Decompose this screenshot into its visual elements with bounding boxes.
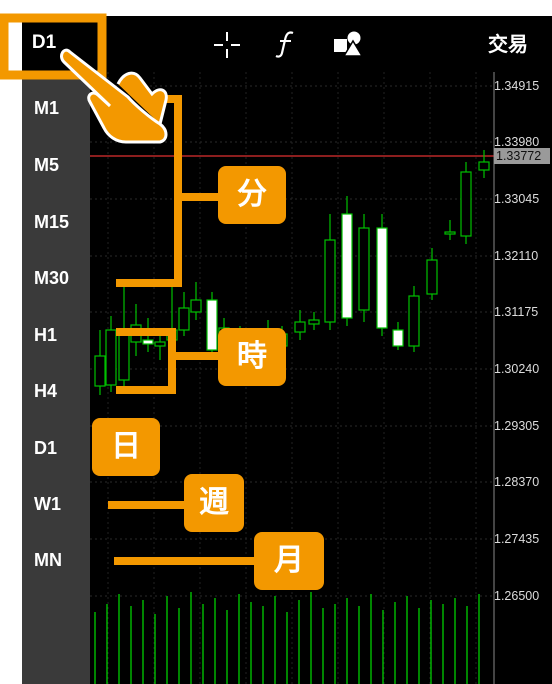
price-tick: 1.33045 (494, 192, 540, 206)
candle-body (130, 324, 142, 343)
candle-body (105, 329, 117, 386)
price-tick: 1.31175 (494, 305, 539, 319)
candle-body (376, 227, 388, 329)
candle-body (392, 329, 404, 347)
price-tick: 1.28370 (494, 475, 540, 489)
candle-body (341, 213, 353, 319)
month-callout: 月 (254, 532, 324, 590)
candle-body (308, 319, 320, 325)
week-callout: 週 (184, 474, 244, 532)
candle-body (166, 329, 178, 341)
current-timeframe-button[interactable]: D1 (22, 30, 66, 56)
price-tick: 1.32110 (494, 249, 539, 263)
candle-body (460, 171, 472, 237)
timeframe-mn[interactable]: MN (22, 544, 90, 576)
candle-body (426, 259, 438, 295)
candle-body (94, 355, 106, 387)
current-price-label: 1.33772 (494, 148, 550, 164)
candle-body (358, 227, 370, 311)
price-tick: 1.34915 (494, 79, 540, 93)
price-tick: 1.27435 (494, 532, 540, 546)
price-tick: 1.26500 (494, 589, 540, 603)
timeframe-m1[interactable]: M1 (22, 92, 90, 124)
price-tick: 1.30240 (494, 362, 540, 376)
timeframe-m30[interactable]: M30 (22, 262, 90, 294)
crosshair-icon[interactable] (212, 30, 242, 60)
candle-body (118, 333, 130, 381)
function-icon[interactable] (274, 29, 300, 59)
candle-body (478, 161, 490, 171)
trade-button[interactable]: 交易 (480, 30, 536, 58)
timeframe-d1[interactable]: D1 (22, 432, 90, 464)
candle-body (142, 339, 154, 345)
hour-callout: 時 (218, 328, 286, 386)
timeframe-m15[interactable]: M15 (22, 206, 90, 238)
shapes-icon[interactable] (332, 29, 366, 59)
candle-body (206, 299, 218, 351)
minute-callout: 分 (218, 166, 286, 224)
candle-body (294, 321, 306, 333)
candle-body (408, 295, 420, 347)
day-callout: 日 (92, 418, 160, 476)
price-tick: 1.29305 (494, 419, 540, 433)
candle-body (178, 307, 190, 331)
candle-body (154, 341, 166, 347)
timeframe-m5[interactable]: M5 (22, 149, 90, 181)
candle-body (444, 231, 456, 235)
candle-body (324, 239, 336, 323)
candle-body (190, 299, 202, 313)
app-screen: D1 交易 M1 M5 M15 M30 H1 H4 D1 W1 MN 1.349… (0, 0, 552, 684)
timeframe-h4[interactable]: H4 (22, 375, 90, 407)
timeframe-w1[interactable]: W1 (22, 488, 90, 520)
timeframe-h1[interactable]: H1 (22, 319, 90, 351)
